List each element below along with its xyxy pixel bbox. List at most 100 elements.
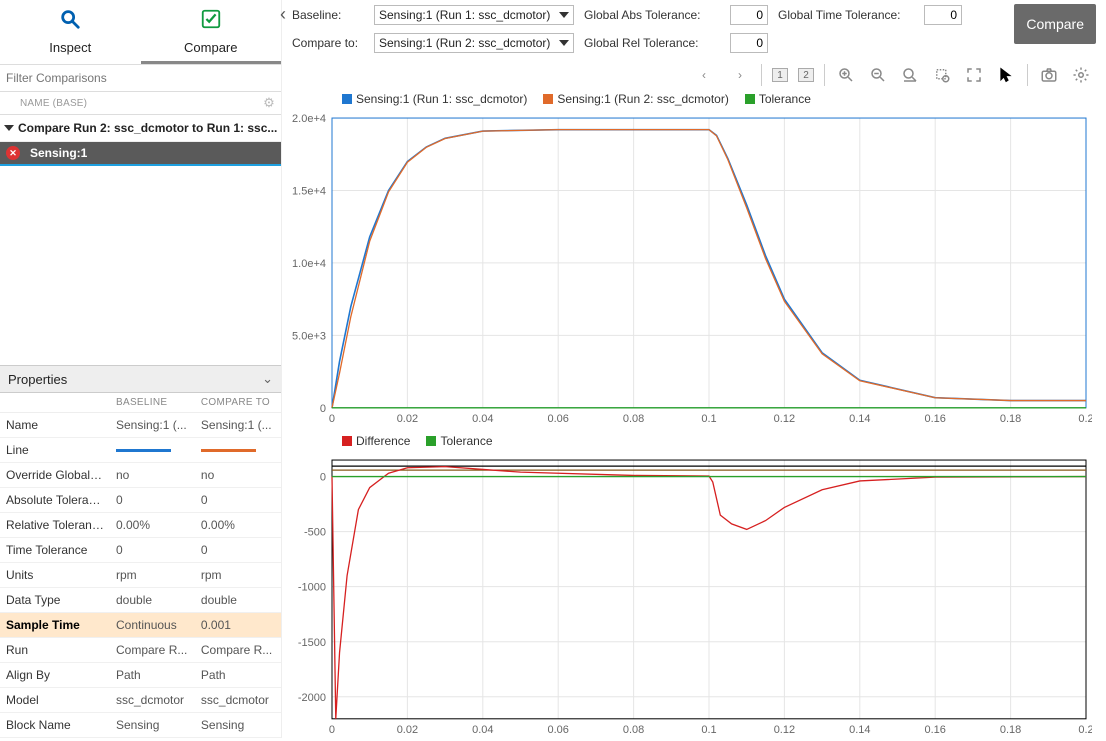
table-row: Relative Tolerance0.00%0.00% xyxy=(0,513,281,538)
properties-title: Properties xyxy=(8,372,67,387)
svg-text:-1000: -1000 xyxy=(298,582,326,594)
prop-compare: Path xyxy=(195,663,281,688)
prop-name: Run xyxy=(0,638,110,663)
legend-swatch xyxy=(342,94,352,104)
svg-text:0.04: 0.04 xyxy=(472,724,493,736)
time-tol-input[interactable] xyxy=(924,5,962,25)
tab-inspect[interactable]: Inspect xyxy=(0,0,141,64)
comparison-header[interactable]: Compare Run 2: ssc_dcmotor to Run 1: ssc… xyxy=(0,115,281,142)
expand-icon xyxy=(4,125,14,131)
svg-text:0.14: 0.14 xyxy=(849,413,870,425)
abs-tol-input[interactable] xyxy=(730,5,768,25)
prop-name: Align By xyxy=(0,663,110,688)
plot-1[interactable]: 05.0e+31.0e+41.5e+42.0e+400.020.040.060.… xyxy=(282,114,1092,426)
gear-icon[interactable]: ⚙ xyxy=(263,95,275,111)
fit-icon[interactable] xyxy=(963,64,985,86)
prop-compare: rpm xyxy=(195,563,281,588)
left-pane: Inspect Compare NAME (BASE) ⚙ Compare Ru… xyxy=(0,0,282,738)
table-row: Align ByPathPath xyxy=(0,663,281,688)
svg-text:0.2: 0.2 xyxy=(1078,413,1092,425)
zoom-x-icon[interactable] xyxy=(899,64,921,86)
signal-row[interactable]: Sensing:1 xyxy=(0,142,281,166)
legend-swatch xyxy=(426,436,436,446)
compare-value: Sensing:1 (Run 2: ssc_dcmotor) xyxy=(379,36,550,50)
prop-name: Absolute Tolerance xyxy=(0,488,110,513)
svg-text:0: 0 xyxy=(329,724,335,736)
properties-table: BASELINE COMPARE TO Name Sensing:1 (... Se… xyxy=(0,393,281,738)
baseline-value: Sensing:1 (Run 1: ssc_dcmotor) xyxy=(379,8,550,22)
chevron-left-icon[interactable]: ‹ xyxy=(280,4,286,25)
svg-text:0.2: 0.2 xyxy=(1078,724,1092,736)
zoom-box-icon[interactable] xyxy=(931,64,953,86)
rel-tol-input[interactable] xyxy=(730,33,768,53)
prop-name: Block Name xyxy=(0,713,110,738)
prop-compare: Sensing xyxy=(195,713,281,738)
fail-icon xyxy=(6,146,20,160)
zoom-in-icon[interactable] xyxy=(835,64,857,86)
table-row: Data Typedoubledouble xyxy=(0,588,281,613)
prop-name: Name xyxy=(0,413,110,438)
plot-2[interactable]: 0-500-1000-1500-200000.020.040.060.080.1… xyxy=(282,456,1092,737)
table-row: NameSensing:1 (...Sensing:1 (... xyxy=(0,413,281,438)
table-row: Line xyxy=(0,438,281,463)
prop-name: Override Global T... xyxy=(0,463,110,488)
legend2-a: Difference xyxy=(356,434,410,448)
table-row: Override Global T...nono xyxy=(0,463,281,488)
pointer-icon[interactable] xyxy=(995,64,1017,86)
properties-col-compare: COMPARE TO xyxy=(195,393,281,413)
layout-1-icon[interactable]: 1 xyxy=(772,68,788,82)
zoom-out-icon[interactable] xyxy=(867,64,889,86)
svg-text:0.12: 0.12 xyxy=(774,724,795,736)
prop-compare: 0.00% xyxy=(195,513,281,538)
prop-baseline: rpm xyxy=(110,563,195,588)
svg-text:-500: -500 xyxy=(304,527,326,539)
legend-2: Difference Tolerance xyxy=(282,432,1092,450)
abs-tol-label: Global Abs Tolerance: xyxy=(584,8,724,22)
settings-icon[interactable] xyxy=(1070,64,1092,86)
compare-select[interactable]: Sensing:1 (Run 2: ssc_dcmotor) xyxy=(374,33,574,53)
compare-label: Compare to: xyxy=(292,36,368,50)
tab-compare[interactable]: Compare xyxy=(141,0,282,64)
prop-baseline: 0.00% xyxy=(110,513,195,538)
svg-text:0: 0 xyxy=(320,472,326,484)
svg-text:0.18: 0.18 xyxy=(1000,413,1021,425)
svg-text:0.02: 0.02 xyxy=(397,724,418,736)
baseline-label: Baseline: xyxy=(292,8,368,22)
dropdown-icon xyxy=(559,12,569,18)
prop-compare: double xyxy=(195,588,281,613)
magnifier-icon xyxy=(0,8,141,34)
properties-col-baseline: BASELINE xyxy=(110,393,195,413)
svg-text:0.16: 0.16 xyxy=(924,413,945,425)
prop-baseline: 0 xyxy=(110,538,195,563)
legend1-b: Sensing:1 (Run 2: ssc_dcmotor) xyxy=(557,92,728,106)
prop-compare: 0.001 xyxy=(195,613,281,638)
layout-2-icon[interactable]: 2 xyxy=(798,68,814,82)
prop-compare xyxy=(195,438,281,463)
properties-header[interactable]: Properties ⌄ xyxy=(0,365,281,393)
plot-toolbar: ‹ › 1 2 xyxy=(282,60,1106,90)
next-icon[interactable]: › xyxy=(729,64,751,86)
tab-inspect-label: Inspect xyxy=(0,40,141,55)
svg-text:5.0e+3: 5.0e+3 xyxy=(292,330,326,342)
dropdown-icon xyxy=(559,40,569,46)
svg-text:0.08: 0.08 xyxy=(623,413,644,425)
table-row: Absolute Tolerance00 xyxy=(0,488,281,513)
baseline-select[interactable]: Sensing:1 (Run 1: ssc_dcmotor) xyxy=(374,5,574,25)
legend1-c: Tolerance xyxy=(759,92,811,106)
criteria-bar: ‹ Baseline: Sensing:1 (Run 1: ssc_dcmoto… xyxy=(282,0,1106,60)
svg-text:0.12: 0.12 xyxy=(774,413,795,425)
filter-row xyxy=(0,65,281,92)
filter-input[interactable] xyxy=(0,65,281,91)
svg-text:0.14: 0.14 xyxy=(849,724,870,736)
prev-icon[interactable]: ‹ xyxy=(693,64,715,86)
compare-button[interactable]: Compare xyxy=(1014,4,1096,44)
svg-text:0.16: 0.16 xyxy=(925,724,946,736)
legend-1: Sensing:1 (Run 1: ssc_dcmotor) Sensing:1… xyxy=(282,90,1092,108)
rel-tol-label: Global Rel Tolerance: xyxy=(584,36,724,50)
right-pane: ‹ Baseline: Sensing:1 (Run 1: ssc_dcmoto… xyxy=(282,0,1106,738)
prop-compare: Sensing:1 (... xyxy=(195,413,281,438)
prop-baseline: Continuous xyxy=(110,613,195,638)
prop-baseline: 0 xyxy=(110,488,195,513)
snapshot-icon[interactable] xyxy=(1038,64,1060,86)
name-column-header: NAME (BASE) ⚙ xyxy=(0,92,281,115)
